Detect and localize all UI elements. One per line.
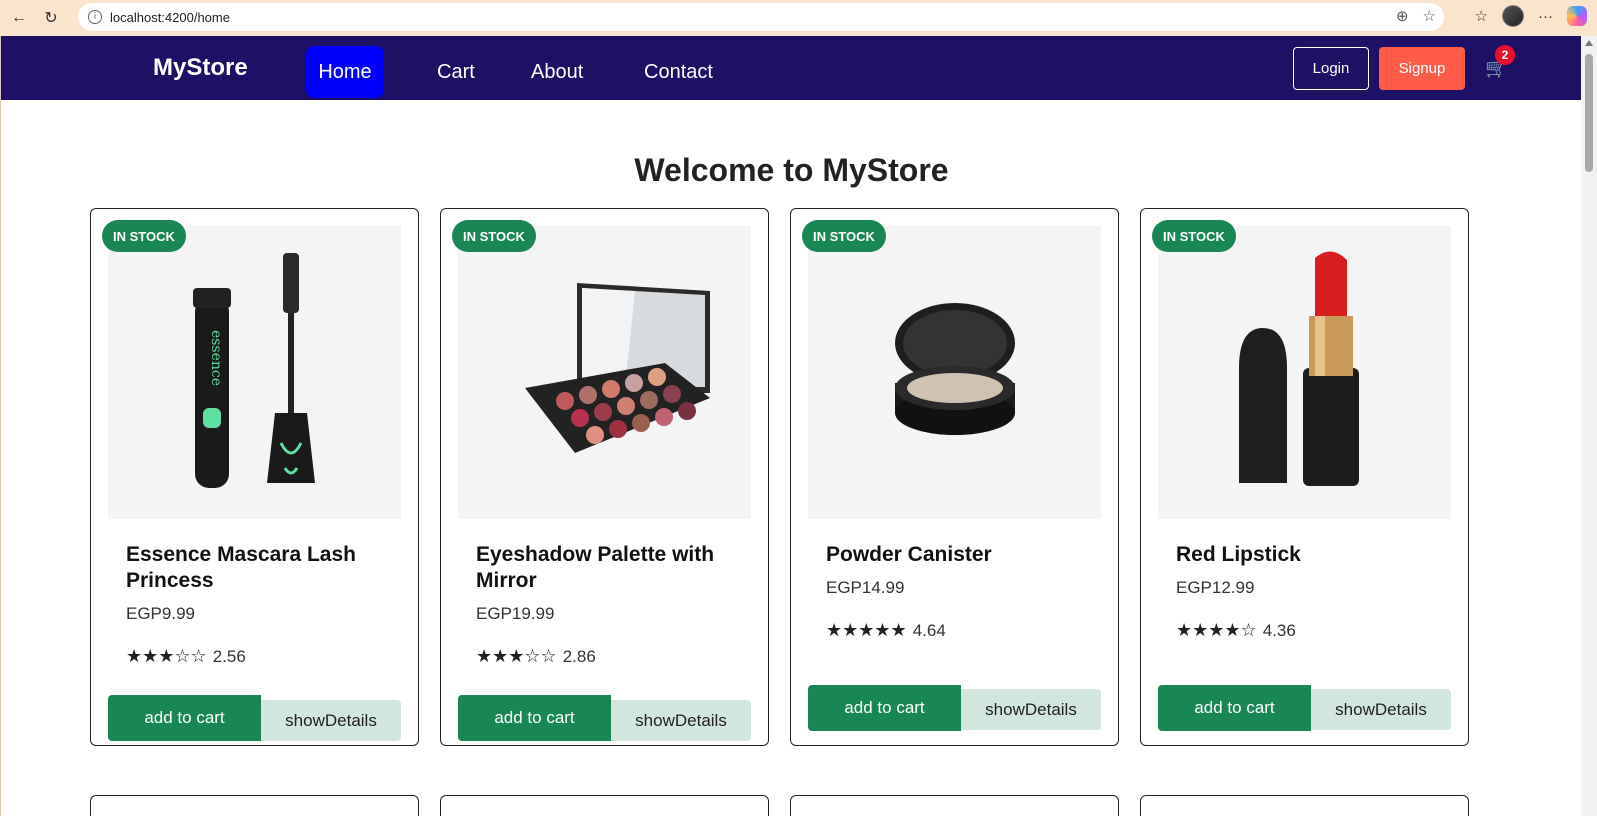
product-title[interactable]: Eyeshadow Palette with Mirror: [476, 542, 736, 594]
product-image[interactable]: [458, 226, 751, 519]
product-card: IN STOCK Eyeshadow Palette with Mirror E…: [440, 208, 769, 746]
profile-avatar[interactable]: [1502, 5, 1524, 27]
product-card: IN STOCK essence Essence Mascara Lash Pr…: [90, 208, 419, 746]
nav-link-contact[interactable]: Contact: [634, 46, 723, 98]
product-price: EGP19.99: [476, 604, 555, 623]
show-details-button[interactable]: showDetails: [611, 700, 751, 741]
show-details-button[interactable]: showDetails: [261, 700, 401, 741]
rating-value: 2.86: [562, 646, 596, 666]
add-to-cart-button[interactable]: add to cart: [808, 685, 961, 731]
product-card: IN STOCK Powder Canister EGP14.99 ★★★★★ …: [790, 208, 1119, 746]
zoom-icon[interactable]: ⊕: [1396, 7, 1409, 25]
nav-link-cart[interactable]: Cart: [427, 46, 485, 98]
add-to-cart-button[interactable]: add to cart: [1158, 685, 1311, 731]
vertical-scrollbar[interactable]: [1581, 36, 1597, 816]
product-rating: ★★★☆☆ 2.86: [476, 646, 596, 667]
site-info-icon[interactable]: i: [88, 10, 102, 24]
add-to-cart-button[interactable]: add to cart: [458, 695, 611, 741]
product-rating: ★★★★★ 4.64: [826, 620, 946, 641]
stock-badge: IN STOCK: [1152, 220, 1236, 252]
scrollbar-thumb[interactable]: [1585, 54, 1593, 172]
login-button[interactable]: Login: [1293, 47, 1369, 90]
cart-count-badge: 2: [1495, 45, 1515, 65]
show-details-button[interactable]: showDetails: [1311, 689, 1451, 730]
browser-toolbar: ← ↻ i localhost:4200/home ⊕ ☆ ☆ ···: [0, 0, 1597, 36]
rating-value: 4.64: [912, 620, 946, 640]
stock-badge: IN STOCK: [802, 220, 886, 252]
rating-value: 2.56: [212, 646, 246, 666]
product-title[interactable]: Powder Canister: [826, 542, 1086, 568]
stock-badge: IN STOCK: [102, 220, 186, 252]
product-price: EGP12.99: [1176, 578, 1255, 597]
rating-value: 4.36: [1262, 620, 1296, 640]
page-viewport: MyStore Home Cart About Contact Login Si…: [0, 36, 1597, 816]
product-image[interactable]: [1158, 226, 1451, 519]
navbar: MyStore Home Cart About Contact Login Si…: [1, 36, 1582, 100]
product-card: [90, 795, 419, 816]
product-price: EGP9.99: [126, 604, 195, 623]
product-image[interactable]: [808, 226, 1101, 519]
product-title[interactable]: Red Lipstick: [1176, 542, 1436, 568]
product-card: [790, 795, 1119, 816]
signup-button[interactable]: Signup: [1379, 47, 1465, 90]
product-rating: ★★★☆☆ 2.56: [126, 646, 246, 667]
more-menu-icon[interactable]: ···: [1538, 8, 1553, 25]
product-card: [440, 795, 769, 816]
address-bar[interactable]: i localhost:4200/home ⊕ ☆: [78, 3, 1444, 31]
star-rating-icon: ★★★☆☆: [476, 646, 557, 667]
page-title: Welcome to MyStore: [634, 152, 949, 188]
product-image[interactable]: essence: [108, 226, 401, 519]
star-rating-icon: ★★★★★: [826, 620, 907, 641]
product-rating: ★★★★☆ 4.36: [1176, 620, 1296, 641]
show-details-button[interactable]: showDetails: [961, 689, 1101, 730]
product-card: IN STOCK Red Lipstick EGP12.99 ★★★★☆ 4.3…: [1140, 208, 1469, 746]
product-card: [1140, 795, 1469, 816]
back-arrow-icon[interactable]: ←: [6, 5, 32, 31]
scroll-up-icon[interactable]: [1585, 40, 1593, 46]
stock-badge: IN STOCK: [452, 220, 536, 252]
add-to-cart-button[interactable]: add to cart: [108, 695, 261, 741]
bookmark-star-icon[interactable]: ☆: [1423, 7, 1436, 25]
brand-logo[interactable]: MyStore: [153, 54, 248, 82]
favorites-icon[interactable]: ☆: [1475, 7, 1488, 25]
copilot-icon[interactable]: [1567, 6, 1587, 26]
product-price: EGP14.99: [826, 578, 905, 597]
url-text: localhost:4200/home: [110, 9, 230, 25]
reload-icon[interactable]: ↻: [38, 5, 64, 31]
star-rating-icon: ★★★☆☆: [126, 646, 207, 667]
nav-link-home[interactable]: Home: [306, 46, 384, 98]
svg-text:essence: essence: [208, 329, 224, 385]
product-title[interactable]: Essence Mascara Lash Princess: [126, 542, 386, 594]
nav-link-about[interactable]: About: [521, 46, 593, 98]
star-rating-icon: ★★★★☆: [1176, 620, 1257, 641]
